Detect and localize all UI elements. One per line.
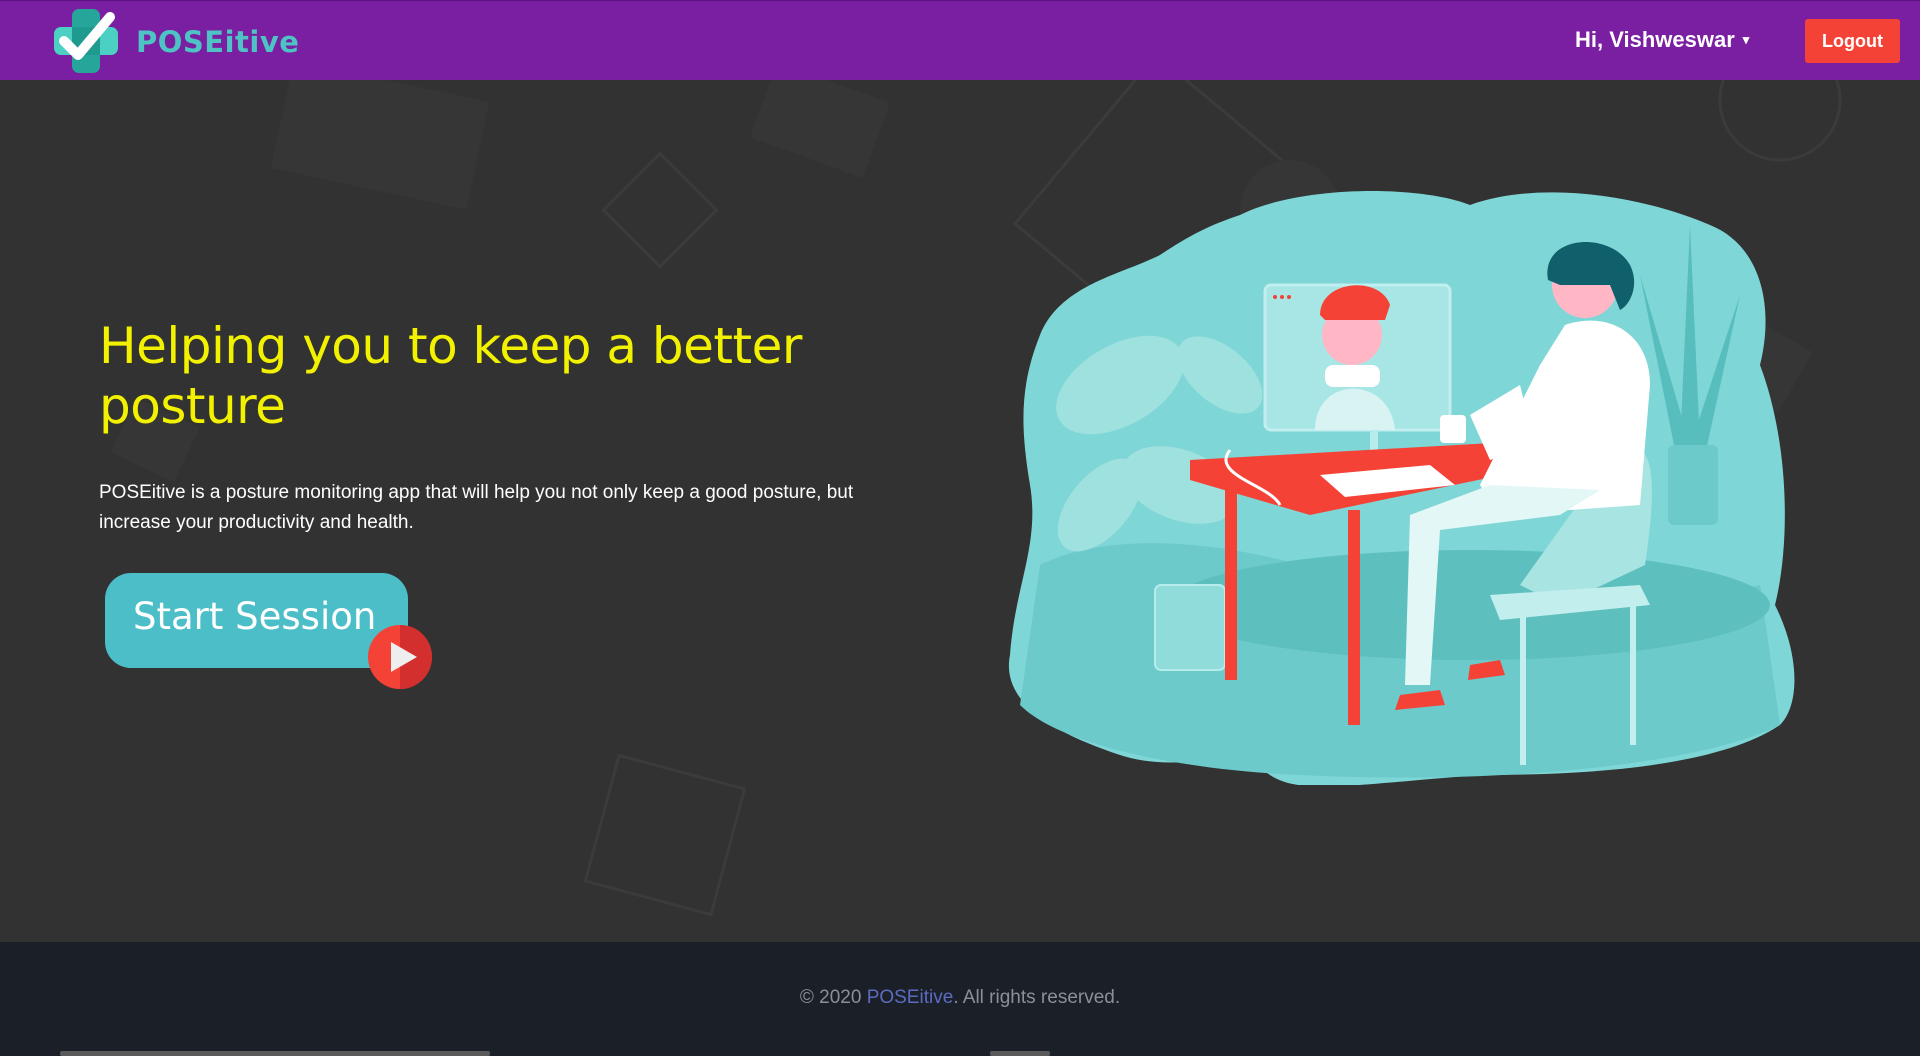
horizontal-scrollbar[interactable] <box>60 1051 490 1056</box>
top-navbar: POSEitive Hi, Vishweswar ▾ Logout <box>0 0 1920 80</box>
user-menu[interactable]: Hi, Vishweswar ▾ <box>1575 27 1749 53</box>
user-greeting: Hi, Vishweswar <box>1575 27 1735 52</box>
copyright-suffix: . All rights reserved. <box>953 987 1121 1008</box>
start-session-button[interactable]: Start Session <box>105 573 408 668</box>
play-icon[interactable] <box>367 624 433 690</box>
footer-brand-link[interactable]: POSEitive <box>867 987 954 1008</box>
brand-name: POSEitive <box>136 25 300 59</box>
check-cross-logo-icon <box>54 9 118 73</box>
logout-button[interactable]: Logout <box>1805 19 1900 63</box>
copyright-text: © 2020 POSEitive. All rights reserved. <box>0 987 1920 1009</box>
copyright-prefix: © 2020 <box>799 987 867 1008</box>
page-footer: © 2020 POSEitive. All rights reserved. <box>0 942 1920 1056</box>
caret-down-icon: ▾ <box>1742 32 1750 47</box>
hero-description: POSEitive is a posture monitoring app th… <box>99 482 854 533</box>
brand-logo[interactable]: POSEitive <box>52 7 299 75</box>
scrollbar-segment <box>990 1051 1050 1056</box>
posture-illustration <box>1008 191 1795 785</box>
start-session-label: Start Session <box>133 595 377 638</box>
hero-headline: Helping you to keep a better posture <box>99 317 802 435</box>
